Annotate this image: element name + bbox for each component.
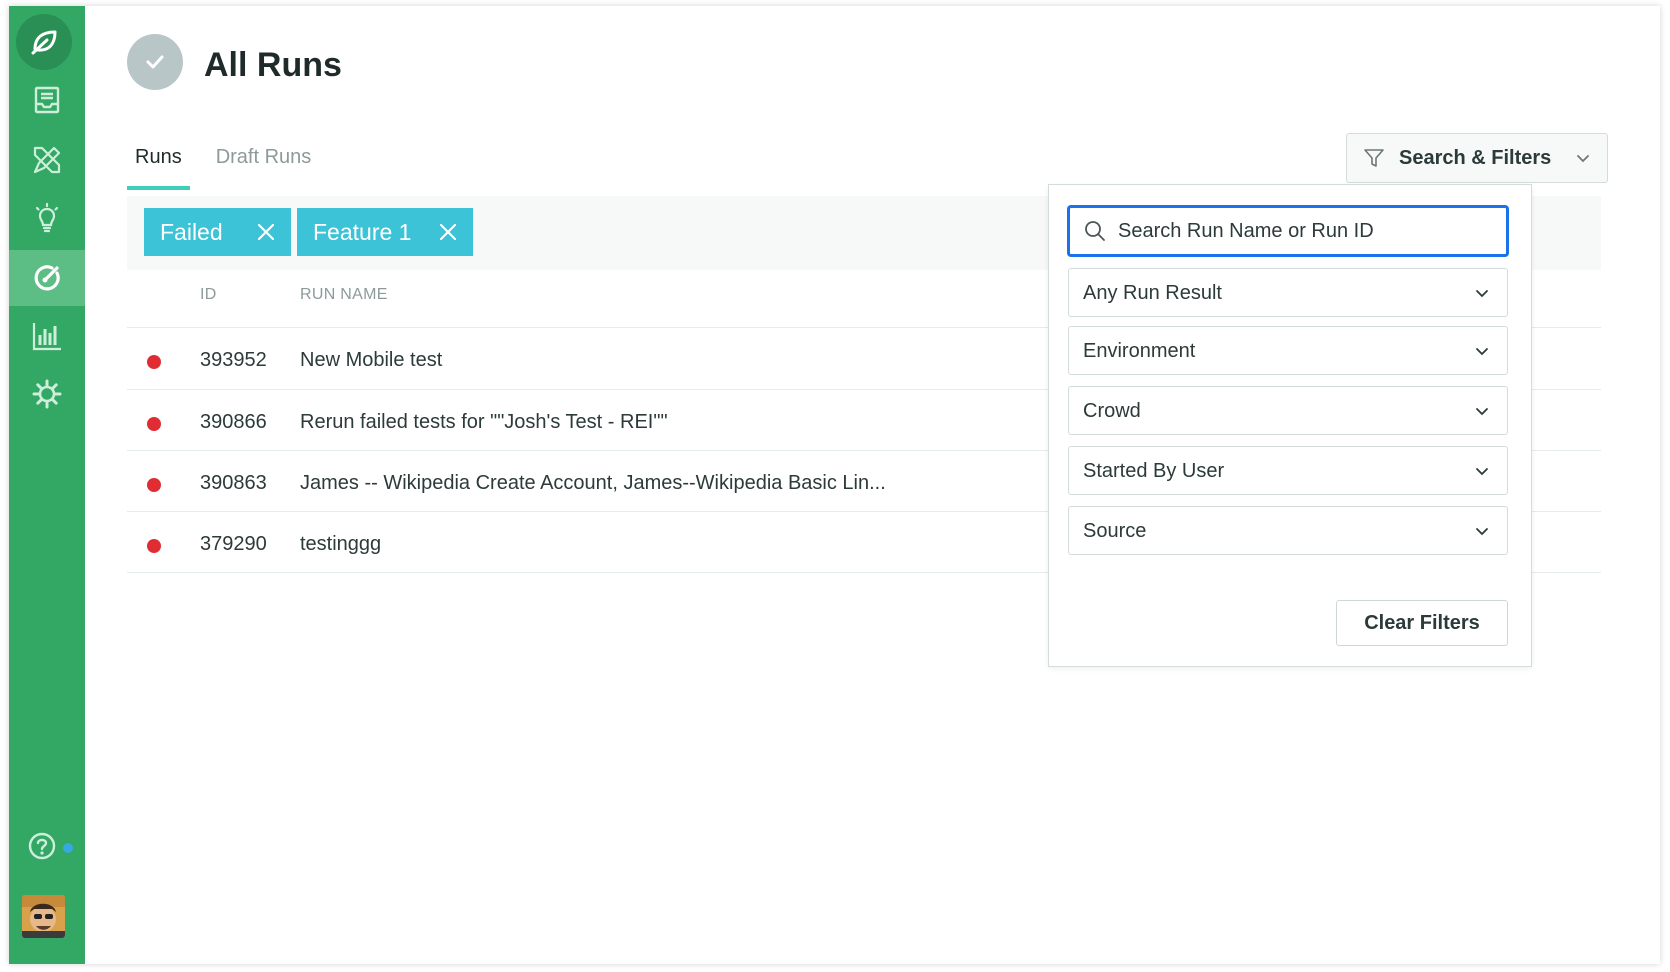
search-filters-panel: Any Run Result Environment Crowd Started… [1048, 184, 1532, 667]
run-name[interactable]: James -- Wikipedia Create Account, James… [300, 472, 886, 495]
sidebar-item-reports[interactable] [9, 308, 85, 364]
environment-select[interactable]: Environment [1068, 326, 1508, 375]
tab-draft-runs[interactable]: Draft Runs [208, 142, 320, 190]
source-select[interactable]: Source [1068, 506, 1508, 555]
page-title: All Runs [204, 46, 342, 84]
crowd-select[interactable]: Crowd [1068, 386, 1508, 435]
filter-chip-feature[interactable]: Feature 1 [297, 208, 473, 256]
sidebar-item-design[interactable] [9, 132, 85, 188]
sidebar-item-ideas[interactable] [9, 191, 85, 247]
bar-chart-icon [32, 323, 61, 351]
help-icon[interactable] [27, 831, 57, 861]
gear-icon [32, 379, 62, 409]
chevron-down-icon [1476, 468, 1488, 476]
clear-filters-button[interactable]: Clear Filters [1336, 600, 1508, 646]
run-name[interactable]: testinggg [300, 533, 381, 556]
tab-runs[interactable]: Runs [127, 142, 190, 190]
run-id: 390866 [200, 411, 267, 433]
select-value: Any Run Result [1083, 282, 1222, 304]
sidebar [9, 6, 85, 964]
select-value: Source [1083, 520, 1147, 542]
status-failed-dot [147, 355, 161, 369]
check-circle-icon [127, 34, 183, 90]
started-by-user-select[interactable]: Started By User [1068, 446, 1508, 495]
close-icon[interactable] [437, 221, 459, 243]
avatar[interactable] [22, 895, 65, 938]
chevron-down-icon [1577, 155, 1589, 163]
chevron-down-icon [1476, 290, 1488, 298]
chevron-down-icon [1476, 408, 1488, 416]
search-field[interactable] [1067, 205, 1509, 257]
column-header-id[interactable]: ID [200, 286, 217, 304]
run-result-select[interactable]: Any Run Result [1068, 268, 1508, 317]
search-filters-label: Search & Filters [1399, 146, 1552, 169]
run-id: 393952 [200, 349, 267, 371]
sidebar-item-inbox[interactable] [9, 72, 85, 128]
inbox-icon [34, 86, 60, 114]
tab-bar: Runs Draft Runs [127, 142, 337, 190]
status-failed-dot [147, 539, 161, 553]
logo-leaf-icon[interactable] [16, 14, 72, 70]
close-icon[interactable] [255, 221, 277, 243]
sidebar-item-settings[interactable] [9, 366, 85, 422]
select-value: Environment [1083, 340, 1196, 362]
runs-gauge-icon [34, 265, 60, 291]
column-header-run-name[interactable]: RUN NAME [300, 286, 388, 304]
select-value: Crowd [1083, 400, 1141, 422]
run-id: 390863 [200, 472, 267, 494]
status-failed-dot [147, 417, 161, 431]
select-value: Started By User [1083, 460, 1225, 482]
sidebar-item-runs[interactable] [9, 250, 85, 306]
status-failed-dot [147, 478, 161, 492]
design-tools-icon [33, 146, 61, 174]
chevron-down-icon [1476, 528, 1488, 536]
run-id: 379290 [200, 533, 267, 555]
search-icon [1085, 221, 1105, 241]
search-input[interactable] [1118, 219, 1498, 243]
notification-dot [63, 843, 73, 853]
filter-chip-label: Failed [160, 218, 223, 245]
lightbulb-icon [35, 202, 59, 233]
chevron-down-icon [1476, 348, 1488, 356]
run-name[interactable]: Rerun failed tests for ""Josh's Test - R… [300, 411, 668, 434]
run-name[interactable]: New Mobile test [300, 349, 442, 372]
filter-chip-label: Feature 1 [313, 218, 412, 245]
search-filters-button[interactable]: Search & Filters [1346, 133, 1608, 183]
app-window: All Runs Runs Draft Runs Search & Filter… [9, 6, 1660, 964]
filter-icon [1364, 149, 1384, 167]
filter-chip-failed[interactable]: Failed [144, 208, 291, 256]
